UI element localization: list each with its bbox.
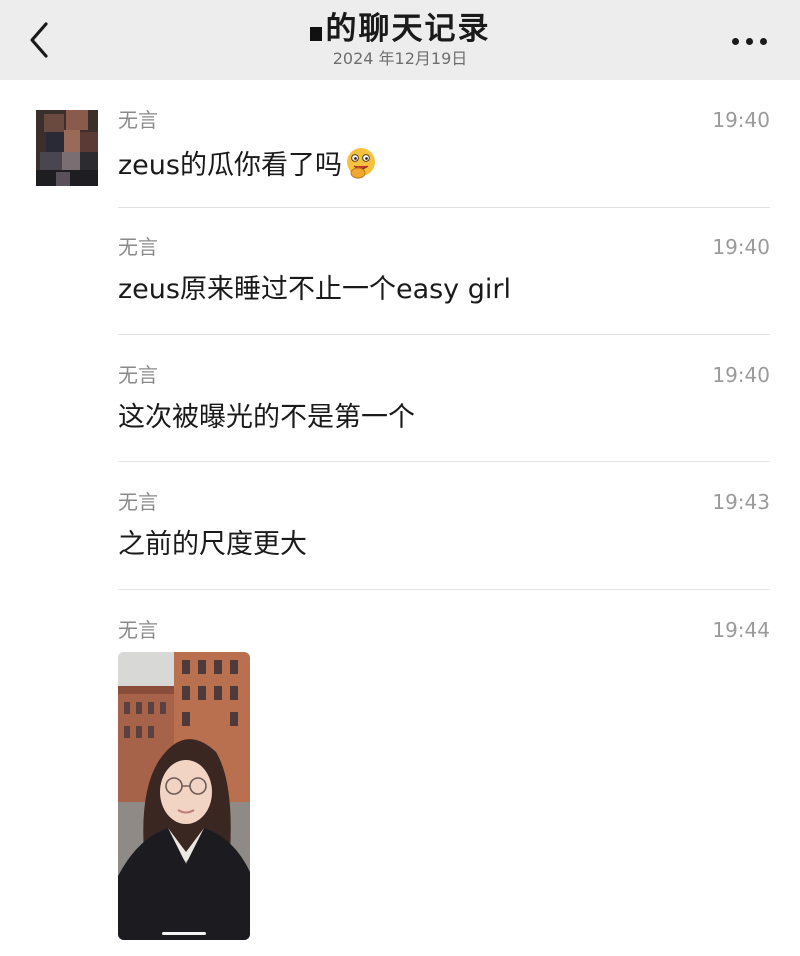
sender-name: 无言 bbox=[118, 363, 158, 387]
message-time: 19:44 bbox=[712, 618, 770, 642]
message-text: 这次被曝光的不是第一个 bbox=[118, 402, 415, 433]
message-item[interactable]: 无言 19:40 这次被曝光的不是第一个 bbox=[118, 363, 770, 463]
message-item[interactable]: 无言 19:44 bbox=[118, 618, 770, 648]
message-text-row: zeus的瓜你看了吗 bbox=[118, 146, 378, 183]
message-divider bbox=[118, 589, 770, 590]
message-item[interactable]: 无言 19:40 zeus的瓜你看了吗 bbox=[118, 108, 770, 208]
page-title: 的聊天记录 bbox=[0, 10, 800, 48]
message-item[interactable]: 无言 19:43 之前的尺度更大 bbox=[118, 490, 770, 590]
sender-name: 无言 bbox=[118, 235, 158, 259]
date-subtitle: 2024 年12月19日 bbox=[332, 49, 468, 68]
message-divider bbox=[118, 334, 770, 335]
sender-name: 无言 bbox=[118, 490, 158, 514]
redacted-name-block bbox=[309, 27, 322, 41]
sender-name: 无言 bbox=[118, 618, 158, 642]
message-text: zeus原来睡过不止一个easy girl bbox=[118, 274, 511, 305]
grinning-face-with-hand-icon bbox=[346, 148, 375, 179]
message-item[interactable]: 无言 19:40 zeus原来睡过不止一个easy girl bbox=[118, 235, 770, 335]
message-time: 19:40 bbox=[712, 108, 770, 132]
message-text: zeus的瓜你看了吗 bbox=[118, 150, 342, 181]
message-time: 19:40 bbox=[712, 363, 770, 387]
message-text: 之前的尺度更大 bbox=[118, 529, 307, 560]
avatar[interactable] bbox=[36, 110, 98, 186]
message-divider bbox=[118, 461, 770, 462]
top-bar: 的聊天记录 2024 年12月19日 bbox=[0, 0, 800, 80]
message-time: 19:43 bbox=[712, 490, 770, 514]
sender-name: 无言 bbox=[118, 108, 158, 132]
message-divider bbox=[118, 207, 770, 208]
message-time: 19:40 bbox=[712, 235, 770, 259]
title-area: 的聊天记录 2024 年12月19日 bbox=[0, 10, 800, 68]
selfie-photo[interactable] bbox=[118, 652, 250, 940]
photo-image bbox=[118, 652, 250, 940]
more-options-icon[interactable] bbox=[732, 38, 768, 46]
